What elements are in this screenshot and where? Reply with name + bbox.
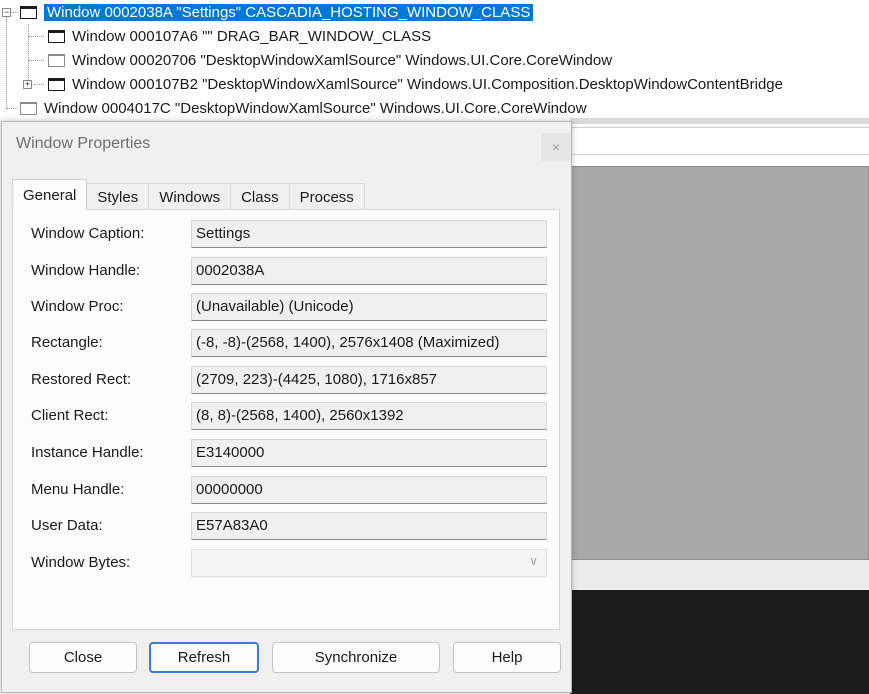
window-tree: − + Window 0002038A "Settings" CASCADIA_… xyxy=(0,0,869,120)
menu-handle-value[interactable]: 00000000 xyxy=(191,476,547,504)
background-strip xyxy=(570,560,869,590)
background-dark-area xyxy=(570,590,869,694)
synchronize-button[interactable]: Synchronize xyxy=(272,642,440,673)
field-restored-rect: Restored Rect: (2709, 223)-(4425, 1080),… xyxy=(31,366,551,394)
field-label: Instance Handle: xyxy=(31,444,144,461)
window-icon xyxy=(48,53,65,67)
field-label: Window Caption: xyxy=(31,225,145,242)
tab-general[interactable]: General xyxy=(12,179,88,210)
field-window-bytes: Window Bytes: ∨ xyxy=(31,549,551,577)
field-label: Client Rect: xyxy=(31,407,109,424)
background-preview xyxy=(570,166,869,560)
field-label: Window Handle: xyxy=(31,262,141,279)
restored-rect-value[interactable]: (2709, 223)-(4425, 1080), 1716x857 xyxy=(191,366,547,394)
tree-expander[interactable]: − xyxy=(2,8,11,17)
tree-item[interactable]: Window 000107B2 "DesktopWindowXamlSource… xyxy=(48,72,783,96)
tab-process[interactable]: Process xyxy=(288,183,365,210)
dialog-titlebar[interactable]: Window Properties × xyxy=(2,122,571,166)
background-band xyxy=(570,118,869,124)
window-bytes-select[interactable]: ∨ xyxy=(191,549,547,577)
field-user-data: User Data: E57A83A0 xyxy=(31,512,551,540)
general-tab-panel: Window Caption: Settings Window Handle: … xyxy=(12,209,560,630)
help-button[interactable]: Help xyxy=(453,642,561,673)
tree-expander[interactable]: + xyxy=(23,80,32,89)
field-label: Rectangle: xyxy=(31,334,103,351)
tab-styles[interactable]: Styles xyxy=(86,183,150,210)
field-label: Window Bytes: xyxy=(31,554,131,571)
tree-item[interactable]: Window 0002038A "Settings" CASCADIA_HOST… xyxy=(20,0,534,24)
refresh-button[interactable]: Refresh xyxy=(149,642,259,673)
chevron-down-icon[interactable]: ∨ xyxy=(529,554,538,568)
window-handle-value[interactable]: 0002038A xyxy=(191,257,547,285)
tree-item-label: Window 0004017C "DesktopWindowXamlSource… xyxy=(44,99,587,117)
window-properties-dialog: Window Properties × General Styles Windo… xyxy=(1,121,572,693)
tree-line xyxy=(28,24,29,84)
close-button[interactable]: Close xyxy=(29,642,137,673)
background-input xyxy=(570,127,869,155)
rectangle-value[interactable]: (-8, -8)-(2568, 1400), 2576x1408 (Maximi… xyxy=(191,329,547,357)
tree-item-label: Window 00020706 "DesktopWindowXamlSource… xyxy=(72,51,613,69)
tree-item-label: Window 000107B2 "DesktopWindowXamlSource… xyxy=(72,75,783,93)
field-label: Window Proc: xyxy=(31,298,124,315)
field-label: Menu Handle: xyxy=(31,481,125,498)
tree-line xyxy=(6,12,7,108)
field-rectangle: Rectangle: (-8, -8)-(2568, 1400), 2576x1… xyxy=(31,329,551,357)
window-icon xyxy=(48,29,65,43)
dialog-title: Window Properties xyxy=(16,135,151,152)
tree-item[interactable]: Window 000107A6 "" DRAG_BAR_WINDOW_CLASS xyxy=(48,24,431,48)
tab-class[interactable]: Class xyxy=(230,183,290,210)
tab-strip: General Styles Windows Class Process xyxy=(12,179,365,210)
tree-line xyxy=(28,60,44,61)
instance-handle-value[interactable]: E3140000 xyxy=(191,439,547,467)
field-label: Restored Rect: xyxy=(31,371,132,388)
field-window-proc: Window Proc: (Unavailable) (Unicode) xyxy=(31,293,551,321)
window-icon xyxy=(48,77,65,91)
window-icon xyxy=(20,5,37,19)
tree-line xyxy=(34,84,44,85)
tree-line xyxy=(6,108,18,109)
field-label: User Data: xyxy=(31,517,103,534)
close-icon[interactable]: × xyxy=(541,133,571,161)
field-client-rect: Client Rect: (8, 8)-(2568, 1400), 2560x1… xyxy=(31,402,551,430)
window-proc-value[interactable]: (Unavailable) (Unicode) xyxy=(191,293,547,321)
field-menu-handle: Menu Handle: 00000000 xyxy=(31,476,551,504)
field-instance-handle: Instance Handle: E3140000 xyxy=(31,439,551,467)
field-window-handle: Window Handle: 0002038A xyxy=(31,257,551,285)
window-icon xyxy=(20,101,37,115)
field-window-caption: Window Caption: Settings xyxy=(31,220,551,248)
tree-item[interactable]: Window 0004017C "DesktopWindowXamlSource… xyxy=(20,96,587,120)
window-caption-value[interactable]: Settings xyxy=(191,220,547,248)
client-rect-value[interactable]: (8, 8)-(2568, 1400), 2560x1392 xyxy=(191,402,547,430)
tab-windows[interactable]: Windows xyxy=(148,183,232,210)
tree-item-label: Window 0002038A "Settings" CASCADIA_HOST… xyxy=(44,3,534,21)
user-data-value[interactable]: E57A83A0 xyxy=(191,512,547,540)
tree-item-label: Window 000107A6 "" DRAG_BAR_WINDOW_CLASS xyxy=(72,27,432,45)
tree-item[interactable]: Window 00020706 "DesktopWindowXamlSource… xyxy=(48,48,612,72)
tree-line xyxy=(28,36,44,37)
